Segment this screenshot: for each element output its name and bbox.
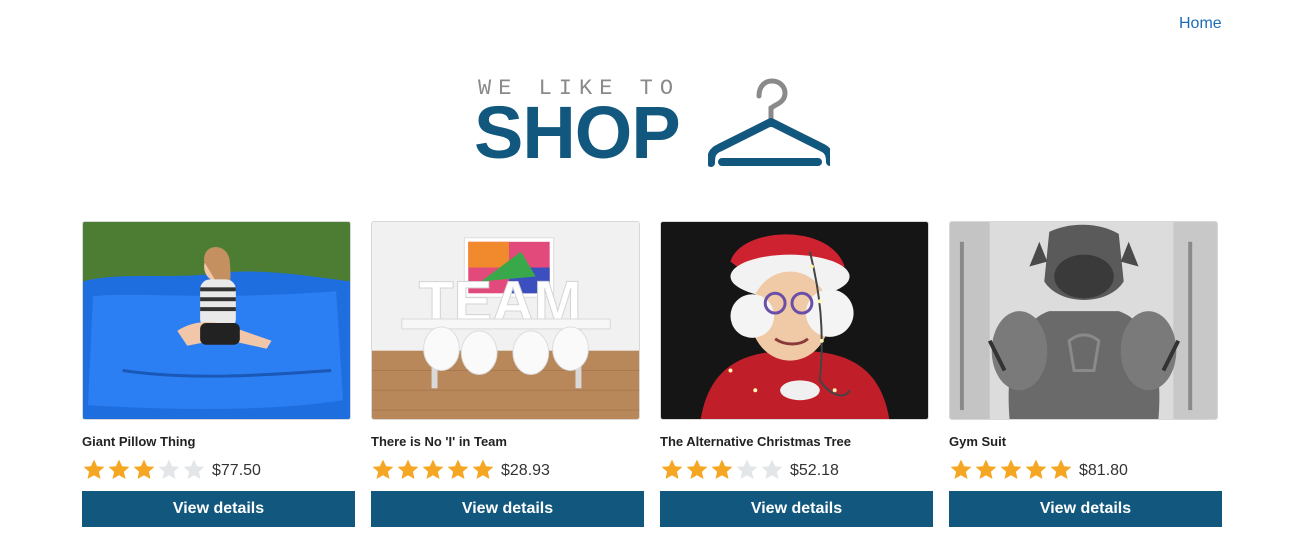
star-filled-icon [422, 459, 444, 479]
rating-row: $81.80 [949, 456, 1223, 482]
team-photo: TEAM [372, 222, 639, 419]
hanger-icon [708, 78, 830, 167]
star-filled-icon [1025, 459, 1047, 479]
star-filled-icon [447, 459, 469, 479]
star-filled-icon [372, 459, 394, 479]
star-filled-icon [1050, 459, 1072, 479]
rating-row: $28.93 [371, 456, 645, 482]
rating-row: $77.50 [82, 456, 356, 482]
home-link[interactable]: Home [1179, 15, 1222, 33]
product-price: $52.18 [790, 462, 839, 479]
product-card: TEAM There is No 'I' in Team $28.93 View… [371, 221, 645, 527]
product-price: $28.93 [501, 462, 550, 479]
view-details-button[interactable]: View details [660, 491, 933, 527]
star-empty-icon [736, 459, 758, 479]
product-title: Giant Pillow Thing [82, 434, 196, 449]
pillow-photo [83, 222, 350, 419]
product-grid: Giant Pillow Thing $77.50 View details T… [82, 221, 1222, 541]
product-title: Gym Suit [949, 434, 1007, 449]
product-title: The Alternative Christmas Tree [660, 434, 851, 449]
product-price: $81.80 [1079, 462, 1128, 479]
gym-photo [950, 222, 1217, 419]
product-image[interactable]: TEAM [371, 221, 640, 420]
star-filled-icon [686, 459, 708, 479]
product-card: Gym Suit $81.80 View details [949, 221, 1223, 527]
star-filled-icon [661, 459, 683, 479]
product-card: Giant Pillow Thing $77.50 View details [82, 221, 356, 527]
star-filled-icon [108, 459, 130, 479]
star-filled-icon [950, 459, 972, 479]
star-filled-icon [472, 459, 494, 479]
product-title: There is No 'I' in Team [371, 434, 507, 449]
product-image[interactable] [949, 221, 1218, 420]
christmas-photo [661, 222, 928, 419]
star-filled-icon [1000, 459, 1022, 479]
star-rating [82, 458, 207, 480]
star-empty-icon [158, 459, 180, 479]
star-filled-icon [397, 459, 419, 479]
star-rating [660, 458, 785, 480]
star-filled-icon [83, 459, 105, 479]
star-filled-icon [975, 459, 997, 479]
star-rating [371, 458, 496, 480]
product-image[interactable] [82, 221, 351, 420]
view-details-button[interactable]: View details [82, 491, 355, 527]
star-empty-icon [761, 459, 783, 479]
star-rating [949, 458, 1074, 480]
product-image[interactable] [660, 221, 929, 420]
view-details-button[interactable]: View details [949, 491, 1222, 527]
site-logo: WE LIKE TO SHOP [474, 72, 836, 182]
view-details-button[interactable]: View details [371, 491, 644, 527]
logo-wordmark: SHOP [474, 91, 681, 174]
star-filled-icon [711, 459, 733, 479]
product-price: $77.50 [212, 462, 261, 479]
product-card: The Alternative Christmas Tree $52.18 Vi… [660, 221, 934, 527]
star-filled-icon [133, 459, 155, 479]
rating-row: $52.18 [660, 456, 934, 482]
star-empty-icon [183, 459, 205, 479]
